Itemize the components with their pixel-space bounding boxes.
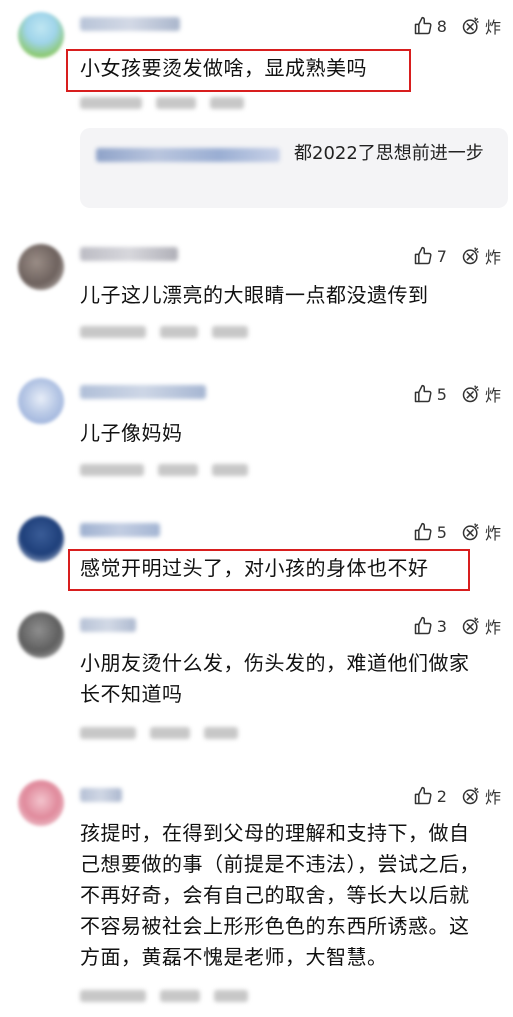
avatar[interactable] — [18, 516, 64, 562]
bomb-icon — [462, 787, 479, 805]
thumbs-up-icon — [414, 384, 432, 403]
avatar[interactable] — [18, 612, 64, 658]
username[interactable] — [80, 385, 206, 399]
bomb-button[interactable]: 炸 — [461, 784, 501, 808]
comment-meta — [80, 97, 244, 109]
comment-text: 小女孩要烫发做啥，显成熟美吗 — [80, 56, 367, 80]
username[interactable] — [80, 17, 180, 31]
bomb-label: 炸 — [484, 248, 501, 267]
comment-meta — [80, 727, 238, 739]
like-button[interactable]: 5 — [413, 384, 447, 404]
bomb-label: 炸 — [484, 524, 501, 543]
comment-text: 小朋友烫什么发，伤头发的，难道他们做家长不知道吗 — [80, 651, 470, 706]
like-count: 5 — [436, 384, 447, 404]
comment-meta — [80, 464, 248, 476]
username[interactable] — [80, 618, 136, 632]
like-count: 5 — [436, 522, 447, 542]
bomb-icon — [462, 523, 479, 541]
bomb-button[interactable]: 炸 — [461, 14, 501, 38]
like-button[interactable]: 5 — [413, 522, 447, 542]
like-button[interactable]: 8 — [413, 16, 447, 36]
bomb-button[interactable]: 炸 — [461, 614, 501, 638]
bomb-button[interactable]: 炸 — [461, 520, 501, 544]
comment-meta — [80, 326, 248, 338]
bomb-icon — [462, 617, 479, 635]
bomb-icon — [462, 385, 479, 403]
reply-text: 都2022了思想前进一步 — [294, 143, 484, 164]
like-count: 8 — [436, 16, 447, 36]
thumbs-up-icon — [414, 246, 432, 265]
reply-box[interactable]: 都2022了思想前进一步 — [80, 128, 508, 208]
avatar[interactable] — [18, 12, 64, 58]
bomb-label: 炸 — [484, 18, 501, 37]
like-count: 7 — [436, 246, 447, 266]
comment-meta — [80, 990, 248, 1002]
like-button[interactable]: 2 — [413, 786, 447, 806]
bomb-icon — [462, 247, 479, 265]
bomb-button[interactable]: 炸 — [461, 382, 501, 406]
comment-text: 孩提时，在得到父母的理解和支持下，做自己想要做的事（前提是不违法），尝试之后，不… — [80, 821, 480, 969]
comment-text: 儿子这儿漂亮的大眼睛一点都没遗传到 — [80, 283, 429, 307]
thumbs-up-icon — [414, 16, 432, 35]
bomb-button[interactable]: 炸 — [461, 244, 501, 268]
bomb-label: 炸 — [484, 618, 501, 637]
avatar[interactable] — [18, 780, 64, 826]
username[interactable] — [80, 247, 178, 261]
bomb-icon — [462, 17, 479, 35]
comment-text: 儿子像妈妈 — [80, 421, 183, 445]
like-count: 3 — [436, 616, 447, 636]
thumbs-up-icon — [414, 786, 432, 805]
bomb-label: 炸 — [484, 788, 501, 807]
like-count: 2 — [436, 786, 447, 806]
thumbs-up-icon — [414, 616, 432, 635]
comment-text: 感觉开明过头了，对小孩的身体也不好 — [80, 556, 429, 580]
avatar[interactable] — [18, 244, 64, 290]
like-button[interactable]: 3 — [413, 616, 447, 636]
username[interactable] — [80, 788, 122, 802]
avatar[interactable] — [18, 378, 64, 424]
thumbs-up-icon — [414, 522, 432, 541]
bomb-label: 炸 — [484, 386, 501, 405]
like-button[interactable]: 7 — [413, 246, 447, 266]
username[interactable] — [80, 523, 160, 537]
